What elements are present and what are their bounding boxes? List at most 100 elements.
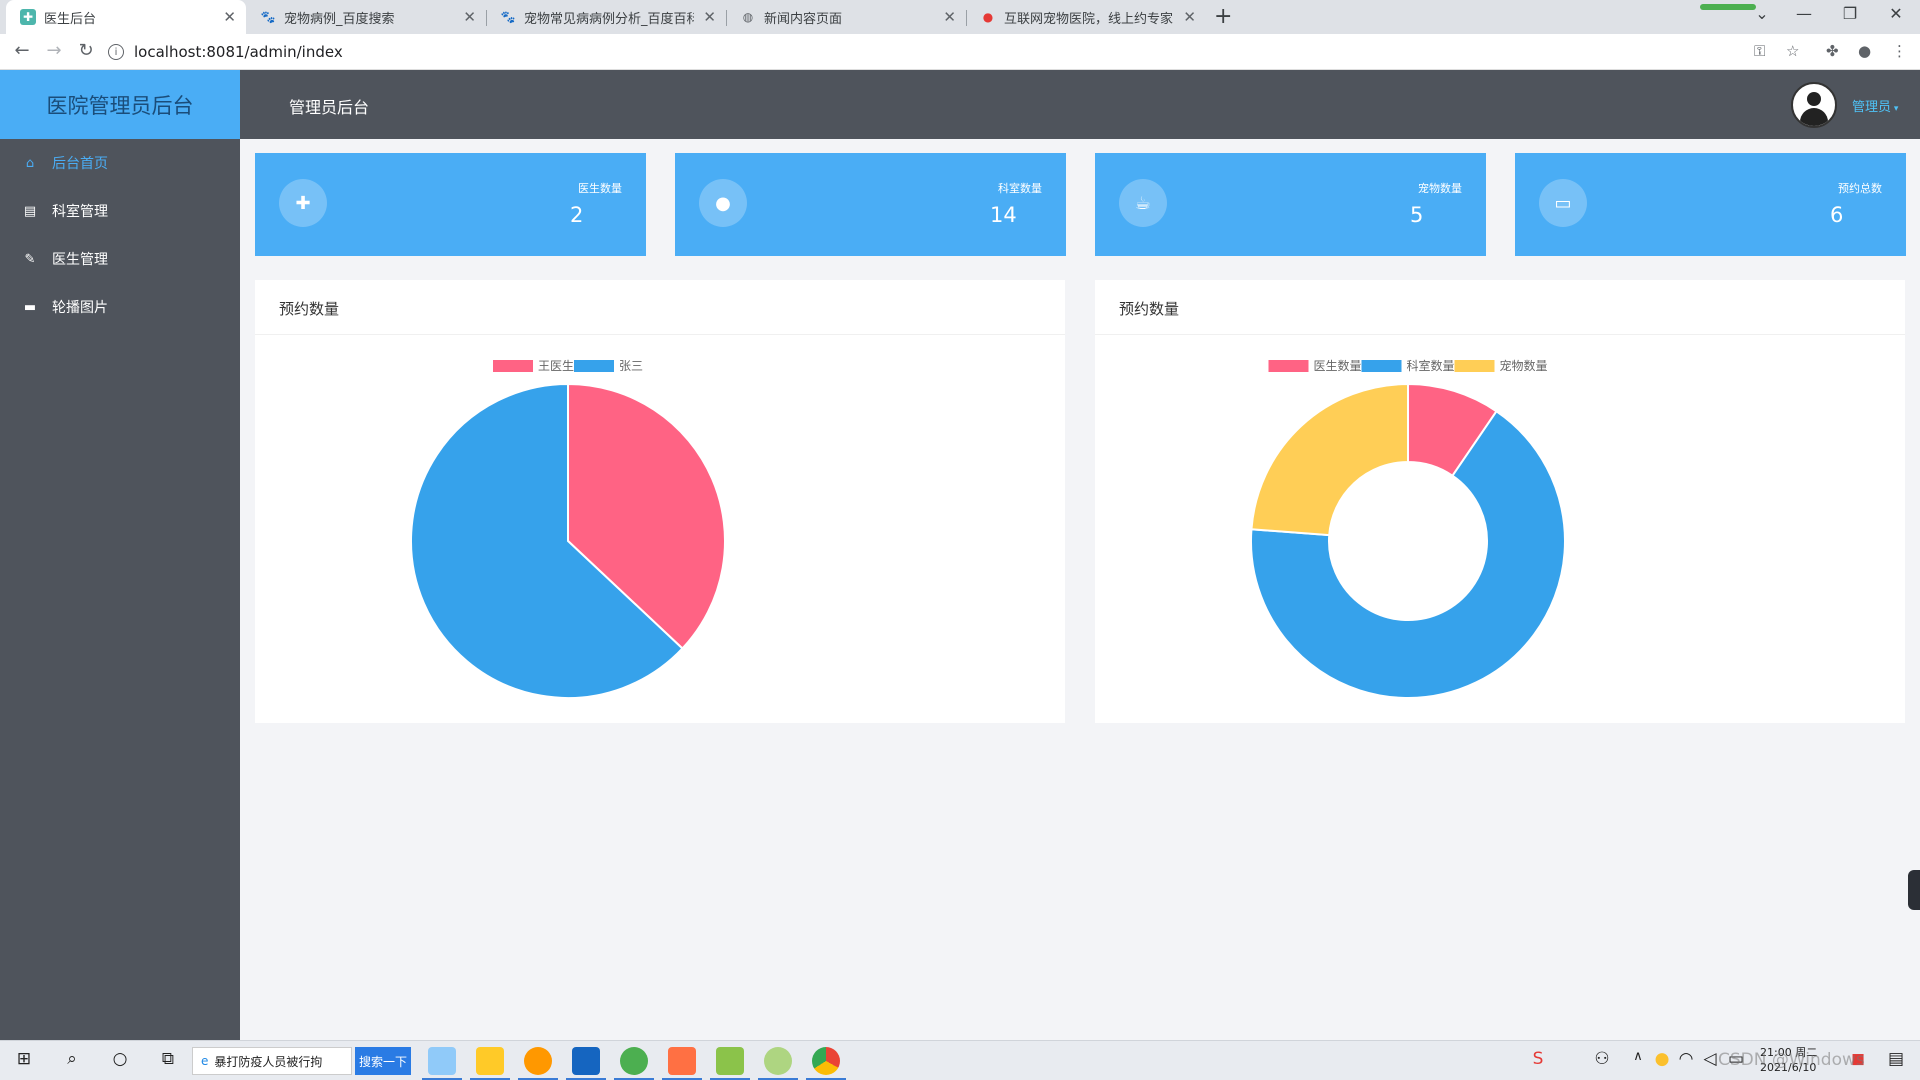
- message-icon: ▬: [23, 299, 37, 315]
- tab-close-icon[interactable]: ✕: [463, 8, 476, 26]
- tab-close-icon[interactable]: ✕: [943, 8, 956, 26]
- sidebar-item-label: 后台首页: [52, 156, 108, 172]
- notification-icon[interactable]: ▤: [1884, 1049, 1908, 1069]
- avatar-head-icon: [1807, 92, 1821, 106]
- site-info-icon[interactable]: i: [108, 44, 124, 60]
- admin-dropdown[interactable]: 管理员 ▾: [1852, 96, 1898, 115]
- restore-icon[interactable]: ❐: [1830, 4, 1870, 23]
- legend-label[interactable]: 宠物数量: [1500, 358, 1548, 373]
- taskbar-search-button[interactable]: 搜索一下: [355, 1047, 411, 1075]
- tab-close-icon[interactable]: ✕: [223, 8, 236, 26]
- legend-swatch[interactable]: [1454, 360, 1495, 372]
- editor-app-icon[interactable]: [710, 1047, 750, 1080]
- search-icon[interactable]: ⌕: [60, 1049, 84, 1069]
- extensions-icon[interactable]: ✤: [1826, 42, 1839, 60]
- side-scroll-handle[interactable]: [1908, 870, 1920, 910]
- sidebar-item-carousel[interactable]: ▬ 轮播图片: [0, 283, 240, 331]
- url-field[interactable]: i localhost:8081/admin/index: [108, 39, 1748, 65]
- input-method-icon[interactable]: S: [1526, 1049, 1550, 1069]
- sidebar-item-departments[interactable]: ▤ 科室管理: [0, 187, 240, 235]
- stat-value: 2: [570, 203, 584, 227]
- video-app-icon[interactable]: [566, 1047, 606, 1080]
- app-brand: 医院管理员后台: [0, 70, 240, 139]
- stat-card-doctors: ✚ 医生数量 2: [255, 153, 646, 256]
- legend-swatch[interactable]: [493, 360, 533, 372]
- stat-value: 14: [990, 203, 1017, 227]
- pie-slice-3[interactable]: [1250, 382, 1409, 537]
- reload-icon[interactable]: ↻: [74, 40, 98, 61]
- comment-icon: ▤: [23, 203, 37, 219]
- baidu-paw-icon: 🐾: [260, 10, 276, 24]
- wifi-icon[interactable]: ◠: [1674, 1049, 1698, 1069]
- tab-label: 医生后台: [44, 11, 97, 27]
- browser-tab[interactable]: ◍ 新闻内容页面 ✕: [726, 0, 966, 34]
- tab-close-icon[interactable]: ✕: [703, 8, 716, 26]
- new-tab-icon[interactable]: +: [1214, 4, 1232, 29]
- ie-icon: e: [201, 1054, 209, 1068]
- hospital-logo-icon: ●: [982, 10, 994, 24]
- browser-tab[interactable]: ● 互联网宠物医院，线上约专家医生 ✕: [966, 0, 1206, 34]
- tab-label: 宠物常见病病例分析_百度百科: [524, 11, 694, 27]
- bookmark-star-icon[interactable]: ☆: [1786, 42, 1799, 60]
- legend-label[interactable]: 张三: [619, 359, 643, 373]
- tab-label: 互联网宠物医院，线上约专家医生: [1004, 11, 1174, 27]
- tab-close-icon[interactable]: ✕: [1183, 8, 1196, 26]
- plus-chat-icon: ✚: [279, 179, 327, 227]
- notepad-app-icon[interactable]: [422, 1047, 462, 1080]
- profile-icon[interactable]: ●: [1858, 42, 1871, 60]
- stat-card-pets: ☕ 宠物数量 5: [1095, 153, 1486, 256]
- legend-label[interactable]: 王医生: [538, 359, 574, 373]
- legend-swatch[interactable]: [1361, 360, 1402, 372]
- legend-label[interactable]: 科室数量: [1407, 358, 1455, 373]
- qq-tray-icon[interactable]: ●: [1650, 1049, 1674, 1069]
- browser-tab[interactable]: ✚ 医生后台 ✕: [6, 0, 246, 34]
- sidebar-item-label: 轮播图片: [52, 300, 108, 316]
- cortana-icon[interactable]: ○: [108, 1049, 132, 1069]
- sidebar-item-label: 科室管理: [52, 204, 108, 220]
- user-icon: ●: [699, 179, 747, 227]
- people-icon[interactable]: ⚇: [1590, 1049, 1614, 1069]
- pencil-icon: ✎: [24, 251, 36, 267]
- spring-app-icon[interactable]: [614, 1047, 654, 1080]
- legend-label[interactable]: 医生数量: [1314, 358, 1362, 373]
- chrome-app-icon[interactable]: [806, 1047, 846, 1080]
- back-icon[interactable]: ←: [10, 40, 34, 61]
- taskbar-search-input[interactable]: e 暴打防疫人员被行拘: [192, 1047, 352, 1075]
- key-icon[interactable]: ⚿: [1754, 42, 1765, 60]
- sidebar-item-home[interactable]: ⌂ 后台首页: [0, 139, 240, 187]
- baidu-paw-icon: 🐾: [500, 10, 516, 24]
- browser-tab[interactable]: 🐾 宠物病例_百度搜索 ✕: [246, 0, 486, 34]
- stat-label: 医生数量: [578, 182, 622, 195]
- task-view-icon[interactable]: ⧉: [156, 1049, 180, 1069]
- forward-icon[interactable]: →: [42, 40, 66, 61]
- stat-label: 预约总数: [1838, 182, 1882, 195]
- stat-label: 宠物数量: [1418, 182, 1462, 195]
- chart-panel-doctor-appointments: 预约数量 王医生 张三: [255, 280, 1065, 723]
- browser-tab[interactable]: 🐾 宠物常见病病例分析_百度百科 ✕: [486, 0, 726, 34]
- paint-app-icon[interactable]: [662, 1047, 702, 1080]
- app-favicon-icon: ✚: [20, 9, 36, 25]
- tab-search-icon[interactable]: ⌄: [1742, 4, 1782, 23]
- donut-chart: 医生数量 科室数量 宠物数量: [1250, 358, 1566, 699]
- tray-expand-icon[interactable]: ∧: [1626, 1049, 1650, 1064]
- legend-swatch[interactable]: [574, 360, 614, 372]
- search-tool-icon[interactable]: [518, 1047, 558, 1080]
- cup-icon: ☕: [1119, 179, 1167, 227]
- browser-tab-strip: ✚ 医生后台 ✕ 🐾 宠物病例_百度搜索 ✕ 🐾 宠物常见病病例分析_百度百科 …: [0, 0, 1920, 34]
- caret-down-icon: ▾: [1891, 104, 1899, 114]
- minimize-icon[interactable]: —: [1784, 4, 1824, 23]
- legend-swatch[interactable]: [1268, 360, 1309, 372]
- avatar[interactable]: [1791, 82, 1837, 128]
- windows-taskbar: ⊞ ⌕ ○ ⧉ e 暴打防疫人员被行拘 搜索一下 S ⚇ ∧ ● ◠ ◁ ▭ 2…: [0, 1040, 1920, 1080]
- file-explorer-icon[interactable]: [470, 1047, 510, 1080]
- watermark-text: CSDN @Windows: [1718, 1050, 1865, 1070]
- pie-chart: 王医生 张三: [410, 359, 726, 699]
- avatar-body-icon: [1800, 108, 1828, 126]
- windows-start-icon[interactable]: ⊞: [12, 1049, 36, 1069]
- close-window-icon[interactable]: ✕: [1876, 4, 1916, 23]
- stat-card-departments: ● 科室数量 14: [675, 153, 1066, 256]
- vim-app-icon[interactable]: [758, 1047, 798, 1080]
- sidebar-item-doctors[interactable]: ✎ 医生管理: [0, 235, 240, 283]
- header-title: 管理员后台: [289, 98, 370, 117]
- browser-menu-icon[interactable]: ⋮: [1892, 42, 1907, 60]
